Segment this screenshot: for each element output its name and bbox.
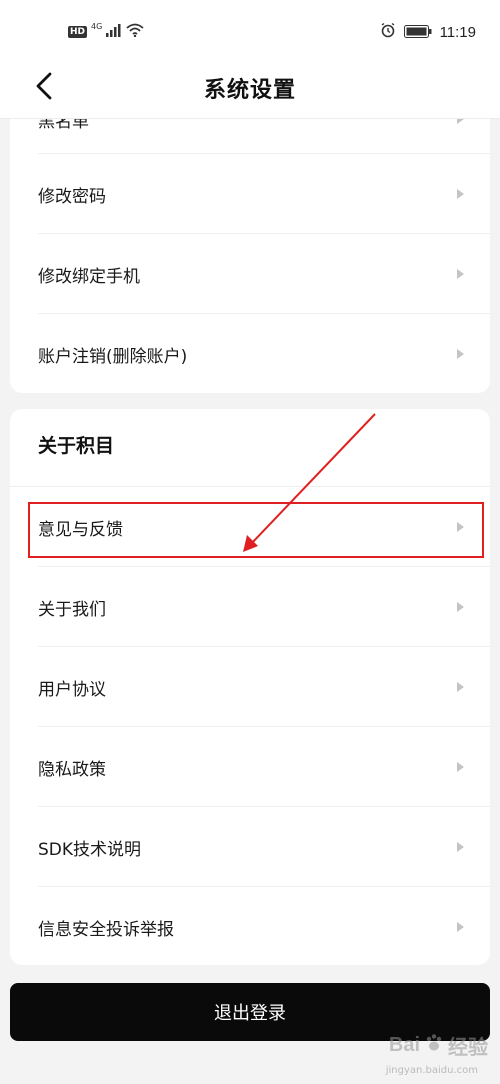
status-left: HD 4G	[68, 22, 144, 41]
section-title: 关于积目	[38, 435, 115, 457]
settings-item-label: SDK技术说明	[38, 839, 142, 860]
chevron-right-icon	[457, 762, 464, 772]
watermark-brand: Bai	[388, 1034, 420, 1056]
settings-item-label: 黑名单	[38, 119, 89, 132]
settings-item-change-password[interactable]: 修改密码	[10, 154, 490, 234]
network-type: 4G	[91, 22, 103, 31]
settings-item-feedback[interactable]: 意见与反馈	[10, 487, 490, 567]
settings-item-label: 信息安全投诉举报	[38, 919, 174, 940]
settings-item-change-phone[interactable]: 修改绑定手机	[10, 234, 490, 314]
wifi-icon	[126, 22, 144, 41]
chevron-right-icon	[457, 522, 464, 532]
chevron-right-icon	[457, 922, 464, 932]
settings-item-security-report[interactable]: 信息安全投诉举报	[10, 887, 490, 965]
chevron-right-icon	[457, 602, 464, 612]
nav-header: 系统设置	[0, 62, 500, 119]
status-bar: HD 4G 11:19	[0, 0, 500, 62]
about-card: 关于积目 意见与反馈 关于我们 用户协议 隐私政策 SDK技术说明 信息安全投诉…	[10, 409, 490, 965]
settings-item-label: 隐私政策	[38, 759, 106, 780]
settings-item-label: 修改绑定手机	[38, 266, 140, 287]
chevron-right-icon	[457, 842, 464, 852]
chevron-right-icon	[457, 119, 464, 124]
watermark-url: jingyan.baidu.com	[385, 1065, 478, 1076]
settings-item-label: 关于我们	[38, 599, 106, 620]
settings-item-privacy-policy[interactable]: 隐私政策	[10, 727, 490, 807]
status-time: 11:19	[439, 23, 476, 41]
page-title: 系统设置	[203, 78, 296, 103]
watermark-brand-cn: 经验	[448, 1037, 488, 1059]
settings-item-label: 修改密码	[38, 186, 106, 207]
chevron-right-icon	[457, 349, 464, 359]
settings-item-label: 用户协议	[38, 679, 106, 700]
settings-item-delete-account[interactable]: 账户注销(删除账户)	[10, 314, 490, 393]
settings-item-label: 账户注销(删除账户)	[38, 346, 188, 367]
paw-icon	[424, 1033, 444, 1059]
chevron-right-icon	[457, 682, 464, 692]
settings-item-user-agreement[interactable]: 用户协议	[10, 647, 490, 727]
account-settings-card: 黑名单 修改密码 修改绑定手机 账户注销(删除账户)	[10, 119, 490, 393]
battery-icon	[403, 23, 432, 42]
settings-item-about-us[interactable]: 关于我们	[10, 567, 490, 647]
hd-badge: HD	[68, 25, 88, 38]
baidu-watermark: Bai 经验	[389, 1031, 488, 1060]
settings-item-sdk-info[interactable]: SDK技术说明	[10, 807, 490, 887]
chevron-right-icon	[457, 189, 464, 199]
settings-item-label: 意见与反馈	[38, 519, 123, 540]
status-right: 11:19	[380, 22, 476, 42]
chevron-right-icon	[457, 269, 464, 279]
signal-icon	[106, 22, 122, 41]
alarm-icon	[380, 22, 396, 42]
